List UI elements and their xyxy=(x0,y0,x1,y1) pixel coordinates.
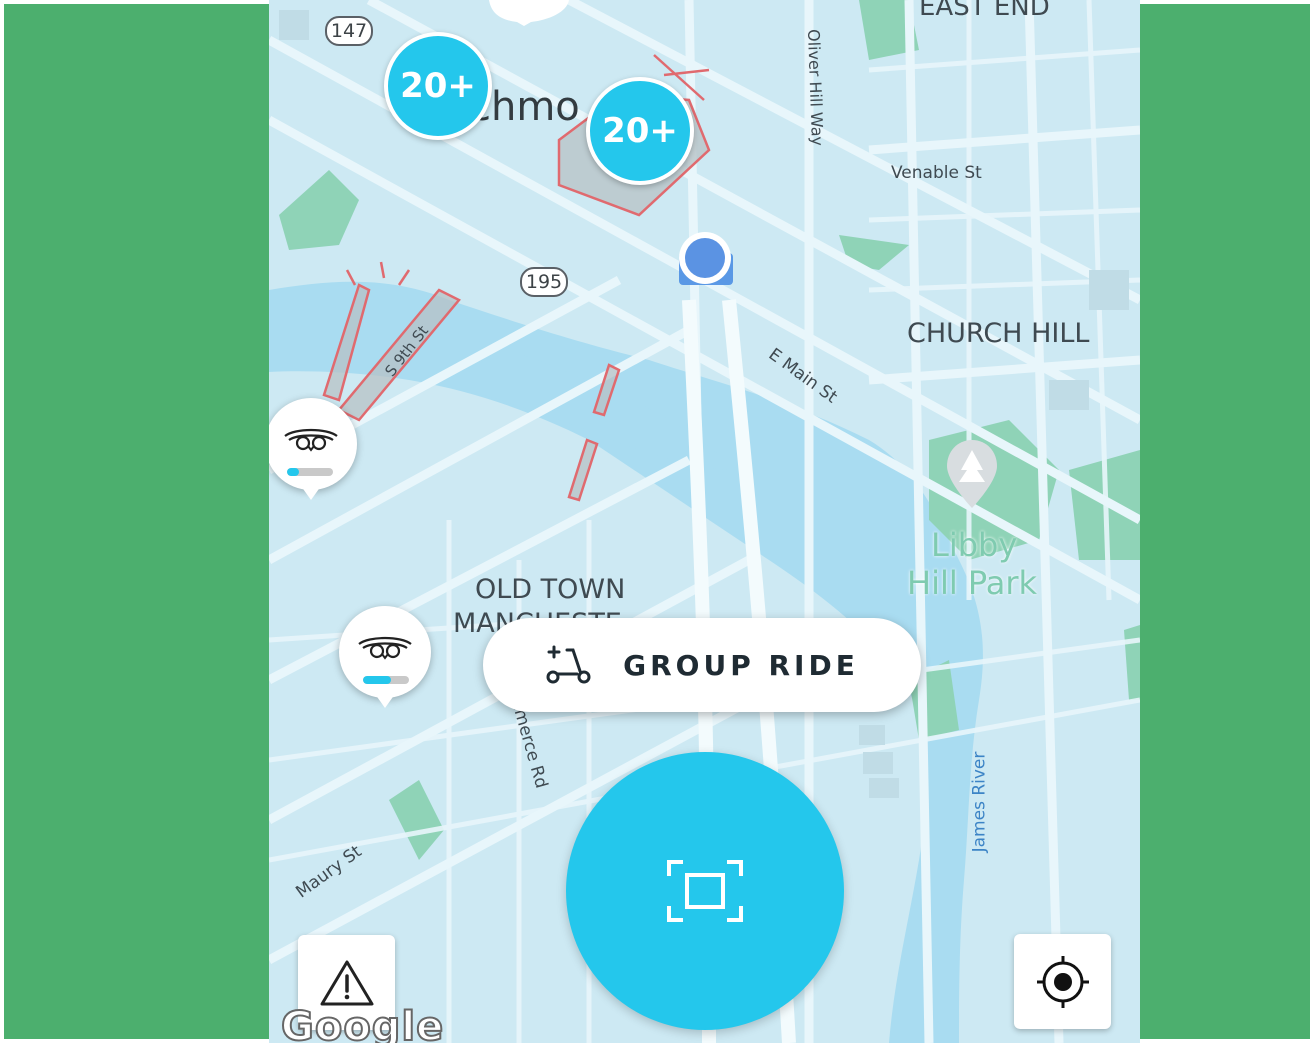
bird-logo-icon xyxy=(284,428,338,452)
street-label-venable: Venable St xyxy=(891,163,982,183)
scooter-pin[interactable] xyxy=(269,398,357,508)
scooter-plus-icon xyxy=(546,645,591,684)
scan-ride-button[interactable] xyxy=(566,752,844,1030)
scooter-pin-tail xyxy=(375,694,395,708)
screen-frame: chmo EAST END CHURCH HILL OLD TOWN MANCH… xyxy=(0,0,1314,1043)
scooter-battery-bar xyxy=(287,468,333,476)
scooter-battery-fill xyxy=(363,676,391,684)
scooter-battery-fill xyxy=(287,468,299,476)
route-shield-195: 195 xyxy=(520,267,568,297)
park-label-libby-1: Libby xyxy=(931,526,1018,564)
park-label-libby-2: Hill Park xyxy=(907,564,1038,602)
neighborhood-label-east-end: EAST END xyxy=(919,0,1050,22)
bird-logo-icon xyxy=(358,636,412,660)
warning-triangle-icon xyxy=(320,960,373,1005)
scooter-cluster[interactable]: 20+ xyxy=(384,32,492,140)
scooter-battery-bar xyxy=(363,676,409,684)
scooter-pin[interactable] xyxy=(339,606,431,716)
scan-frame-icon xyxy=(667,860,743,922)
app-screen: chmo EAST END CHURCH HILL OLD TOWN MANCH… xyxy=(269,0,1140,1043)
group-ride-button[interactable]: GROUP RIDE xyxy=(483,618,921,712)
neighborhood-label-old-town: OLD TOWN xyxy=(475,574,626,605)
route-shield-147: 147 xyxy=(325,16,373,46)
recenter-location-button[interactable] xyxy=(1014,934,1111,1029)
scooter-pin-tail xyxy=(301,486,321,500)
scooter-cluster[interactable]: 20+ xyxy=(586,77,694,185)
group-ride-label: GROUP RIDE xyxy=(623,648,859,682)
river-label-james: James River xyxy=(969,751,990,853)
google-attribution[interactable]: Google xyxy=(280,1003,444,1043)
crosshair-icon xyxy=(1036,955,1089,1008)
neighborhood-label-church-hill: CHURCH HILL xyxy=(907,318,1090,349)
street-label-oliver-hill: Oliver Hill Way xyxy=(803,28,828,147)
